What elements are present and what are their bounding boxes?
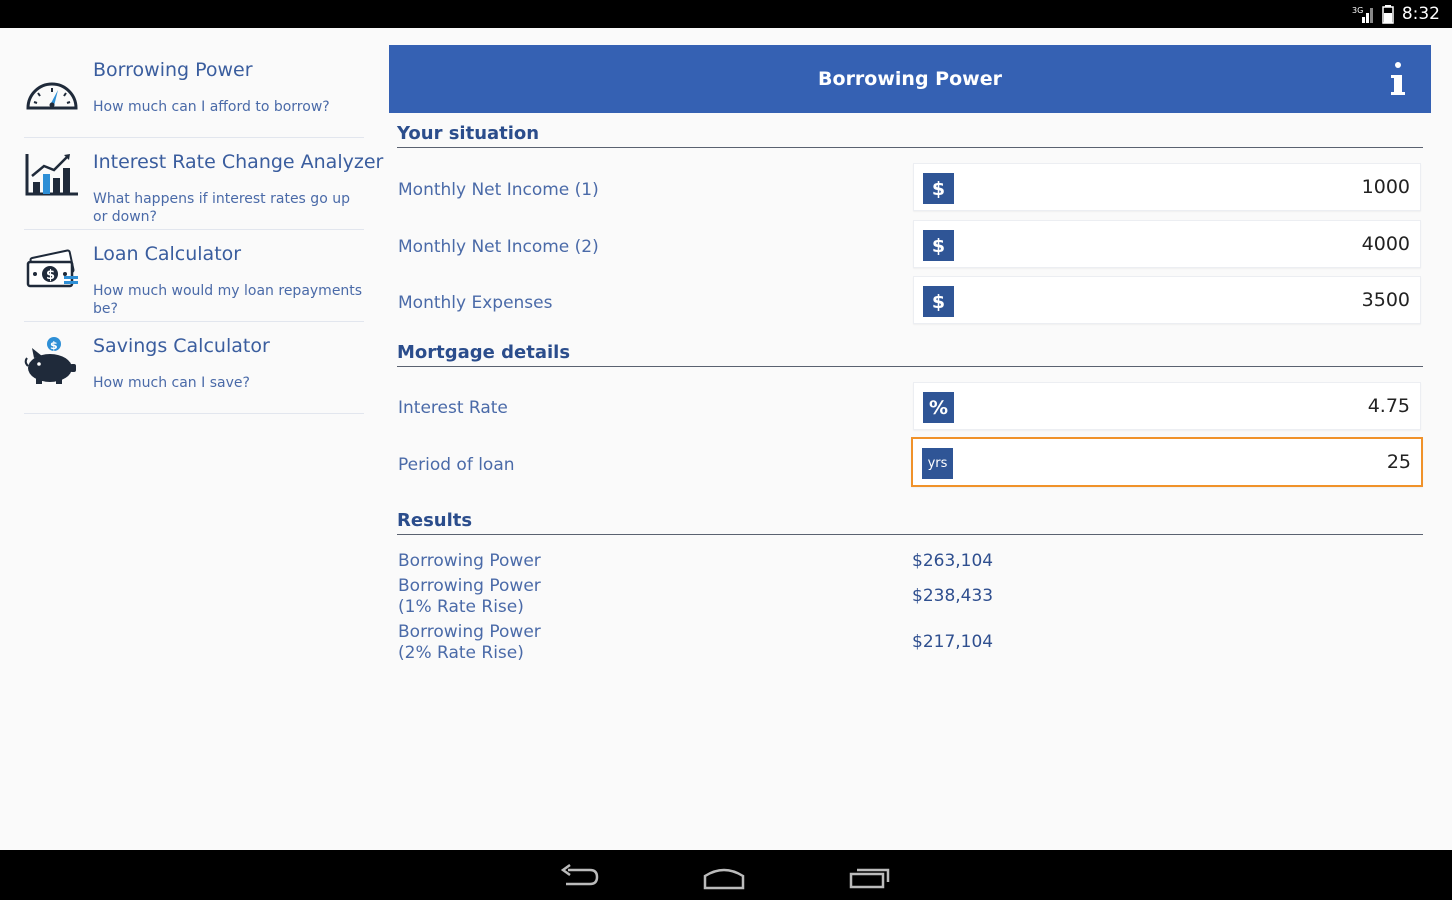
battery-icon [1382,5,1394,24]
label-monthly-net-income-1: Monthly Net Income (1) [398,180,599,200]
clock: 8:32 [1401,4,1440,24]
app-header: Borrowing Power [389,45,1431,113]
field-value: 4000 [1361,233,1410,255]
label-monthly-expenses: Monthly Expenses [398,293,553,313]
status-bar: 3G 8:32 [0,0,1452,28]
money-icon: $ [26,249,78,288]
dollar-badge: $ [923,286,954,317]
bar-chart-icon [25,154,78,196]
back-icon[interactable] [560,864,600,890]
dollar-badge: $ [923,230,954,261]
monthly-expenses-input[interactable]: $ 3500 [913,276,1421,324]
sidebar: Borrowing Power How much can I afford to… [24,46,383,414]
field-value: 3500 [1361,289,1410,311]
sidebar-item-subtitle: How much would my loan repayments be? [93,283,363,317]
sidebar-item-borrowing-power[interactable]: Borrowing Power How much can I afford to… [24,46,364,138]
svg-text:$: $ [46,268,55,283]
recent-apps-icon[interactable] [849,864,891,890]
signal-icon: 3G [1352,6,1373,23]
period-of-loan-input[interactable]: yrs 25 [911,437,1423,487]
section-your-situation: Your situation [397,123,1423,148]
sidebar-item-title: Interest Rate Change Analyzer [93,151,384,173]
field-value: 25 [1386,451,1411,473]
field-value: 4.75 [1367,395,1410,417]
label-interest-rate: Interest Rate [398,398,508,418]
result-value-borrowing-power: $263,104 [912,551,994,571]
navigation-bar [0,850,1452,900]
sidebar-item-title: Savings Calculator [93,335,270,357]
percent-badge: % [923,392,954,423]
field-value: 1000 [1361,176,1410,198]
years-badge: yrs [922,448,953,479]
monthly-net-income-1-input[interactable]: $ 1000 [913,163,1421,211]
sidebar-item-subtitle: How much can I save? [93,375,250,391]
home-icon[interactable] [703,864,745,890]
section-mortgage-details: Mortgage details [397,342,1423,367]
svg-text:3G: 3G [1352,6,1363,15]
dollar-badge: $ [923,173,954,204]
sidebar-item-savings-calculator[interactable]: $ Savings Calculator How much can I save… [24,322,364,414]
piggy-bank-icon: $ [24,337,76,384]
svg-text:$: $ [50,339,58,352]
section-results: Results [397,510,1423,535]
label-period-of-loan: Period of loan [398,455,515,475]
monthly-net-income-2-input[interactable]: $ 4000 [913,220,1421,268]
label-monthly-net-income-2: Monthly Net Income (2) [398,237,599,257]
speedometer-icon [26,82,78,110]
sidebar-item-title: Loan Calculator [93,243,242,265]
sidebar-item-subtitle: How much can I afford to borrow? [93,99,330,115]
sidebar-item-subtitle: What happens if interest rates go up or … [93,191,350,225]
result-value-2pct-rise: $217,104 [912,632,994,652]
interest-rate-input[interactable]: % 4.75 [913,382,1421,430]
page-title: Borrowing Power [818,68,1002,90]
result-label-borrowing-power: Borrowing Power [398,551,541,571]
sidebar-item-title: Borrowing Power [93,59,253,81]
result-value-1pct-rise: $238,433 [912,586,994,606]
sidebar-item-interest-rate-analyzer[interactable]: Interest Rate Change Analyzer What happe… [24,138,383,230]
result-label-1pct-rise: Borrowing Power (1% Rate Rise) [398,576,541,617]
info-icon[interactable] [1387,61,1409,99]
sidebar-item-loan-calculator[interactable]: $ Loan Calculator How much would my loan… [24,230,364,322]
result-label-2pct-rise: Borrowing Power (2% Rate Rise) [398,622,541,663]
